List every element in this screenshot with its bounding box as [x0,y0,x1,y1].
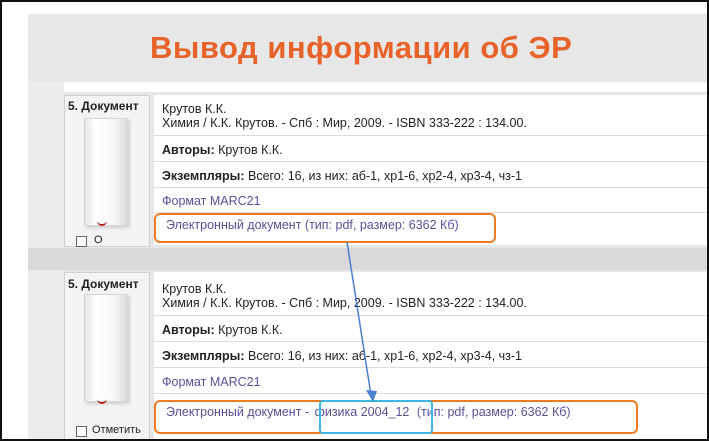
screenshot-frame: Вывод информации об ЭР 5. Документ О Кру… [0,0,709,441]
arrow-icon [346,241,377,402]
arrow-line [346,241,372,396]
arrow-head [366,390,377,402]
